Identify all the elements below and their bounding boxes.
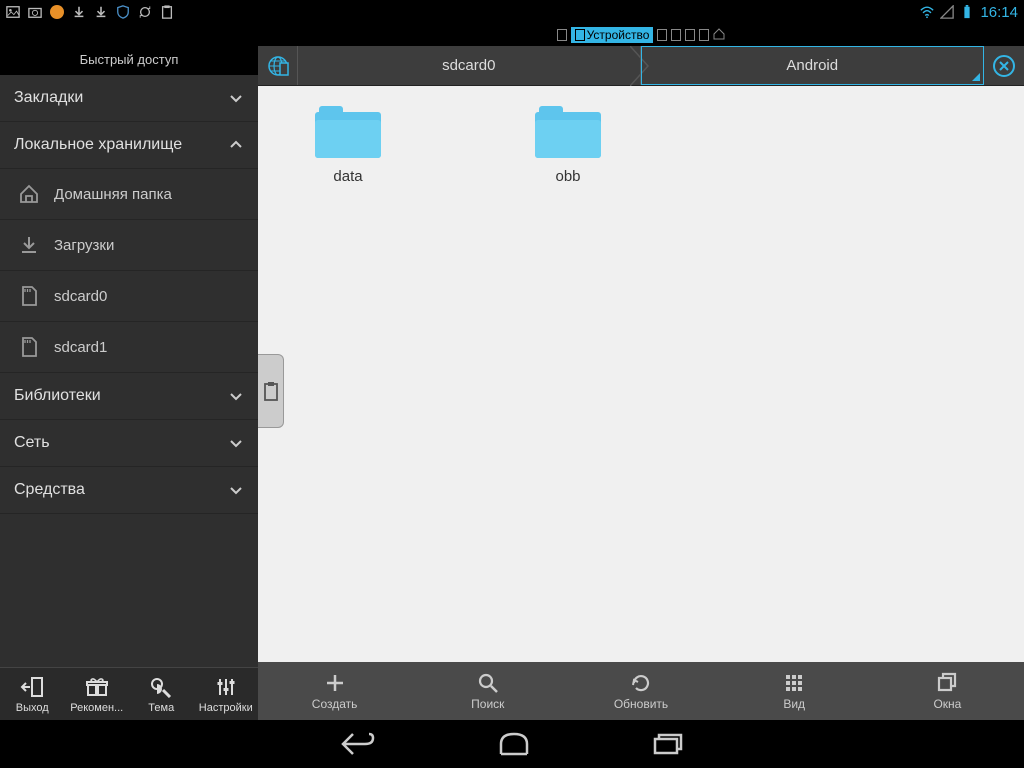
tab-icon[interactable] [657,29,667,41]
wifi-icon [920,5,934,19]
back-button[interactable] [339,730,377,758]
clock: 16:14 [980,4,1018,21]
file-grid[interactable]: data obb [258,86,1024,662]
sidebar-libraries[interactable]: Библиотеки [0,373,258,420]
breadcrumb-label: Android [786,57,838,74]
create-button[interactable]: Создать [258,662,411,720]
camera-icon [28,5,42,19]
status-left [6,5,174,19]
button-label: Вид [783,697,805,711]
settings-button[interactable]: Настройки [194,668,259,720]
button-label: Тема [148,702,174,714]
status-right: 16:14 [920,4,1018,21]
chevron-down-icon [228,435,244,451]
folder-icon [535,106,601,158]
tab-active[interactable]: Устройство [571,27,654,43]
refresh-button[interactable]: Обновить [564,662,717,720]
download-icon [72,5,86,19]
close-tab-button[interactable] [984,46,1024,85]
breadcrumb-sdcard0[interactable]: sdcard0 [298,46,641,85]
sidebar-item-label: Библиотеки [14,387,101,405]
search-button[interactable]: Поиск [411,662,564,720]
button-label: Рекомен... [70,702,123,714]
sidebar-item-label: Сеть [14,434,50,452]
sidebar-item-home-folder[interactable]: Домашняя папка [0,169,258,220]
path-root-button[interactable] [258,46,298,85]
home-button[interactable] [497,730,531,758]
button-label: Выход [16,702,49,714]
battery-icon [960,5,974,19]
clipboard-handle[interactable] [258,354,284,428]
sdcard-icon [18,285,40,307]
dropdown-corner-icon [972,73,980,81]
folder-label: obb [555,168,580,185]
sidebar-item-label: Загрузки [54,237,114,254]
status-bar: 16:14 [0,0,1024,24]
folder-data[interactable]: data [298,106,398,185]
recent-button[interactable] [651,731,685,757]
sidebar: Быстрый доступ Закладки Локальное хранил… [0,46,258,720]
signal-icon [940,5,954,19]
download-icon [18,234,40,256]
android-navbar [0,720,1024,768]
tab-icon[interactable] [671,29,681,41]
recommend-button[interactable]: Рекомен... [65,668,130,720]
sidebar-tools[interactable]: Средства [0,467,258,514]
sidebar-title: Быстрый доступ [0,46,258,75]
folder-icon [315,106,381,158]
shield-icon [116,5,130,19]
home-icon [18,183,40,205]
sidebar-item-label: Закладки [14,89,83,107]
download-icon [94,5,108,19]
sidebar-item-label: sdcard0 [54,288,107,305]
button-label: Настройки [199,702,253,714]
breadcrumb-label: sdcard0 [442,57,495,74]
sidebar-local-storage[interactable]: Локальное хранилище [0,122,258,169]
tab-icon[interactable] [685,29,695,41]
chevron-down-icon [228,482,244,498]
windows-button[interactable]: Окна [871,662,1024,720]
tab-device-icon [557,29,567,41]
chevron-down-icon [228,388,244,404]
sidebar-bookmarks[interactable]: Закладки [0,75,258,122]
sidebar-bottom: Выход Рекомен... Тема Настройки [0,667,258,720]
path-bar: sdcard0 Android [258,46,1024,86]
sync-icon [138,5,152,19]
button-label: Поиск [471,697,504,711]
tab-icon[interactable] [699,29,709,41]
folder-obb[interactable]: obb [518,106,618,185]
button-label: Создать [312,697,358,711]
content-area: sdcard0 Android data obb [258,46,1024,720]
folder-label: data [333,168,362,185]
image-icon [6,5,20,19]
tabs-bar: Устройство [0,24,1024,46]
chevron-up-icon [228,137,244,153]
app-icon [50,5,64,19]
breadcrumb-android[interactable]: Android [641,46,985,85]
home-tab-icon[interactable] [713,28,725,43]
sidebar-item-sdcard0[interactable]: sdcard0 [0,271,258,322]
tab-label: Устройство [587,28,650,42]
main-toolbar: Создать Поиск Обновить Вид Окна [258,662,1024,720]
sidebar-item-label: Локальное хранилище [14,136,182,154]
theme-button[interactable]: Тема [129,668,194,720]
button-label: Обновить [614,697,668,711]
sidebar-item-downloads[interactable]: Загрузки [0,220,258,271]
sdcard-icon [18,336,40,358]
view-button[interactable]: Вид [718,662,871,720]
sidebar-item-label: sdcard1 [54,339,107,356]
exit-button[interactable]: Выход [0,668,65,720]
button-label: Окна [933,697,961,711]
sidebar-item-label: Средства [14,481,85,499]
sidebar-item-sdcard1[interactable]: sdcard1 [0,322,258,373]
chevron-down-icon [228,90,244,106]
clipboard-icon [160,5,174,19]
sidebar-item-label: Домашняя папка [54,186,172,203]
sidebar-network[interactable]: Сеть [0,420,258,467]
